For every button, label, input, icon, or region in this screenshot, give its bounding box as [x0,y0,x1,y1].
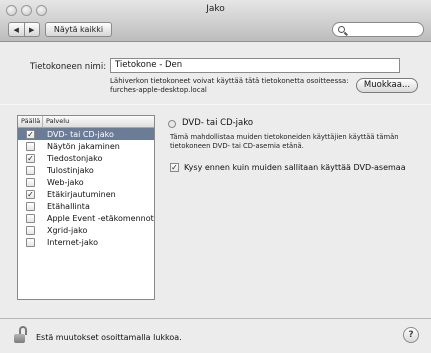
description-line: tietokoneen DVD- tai CD-asemia etänä. [170,141,304,150]
search-icon [338,26,345,33]
service-row-dvd-cd[interactable]: ✓ DVD- tai CD-jako [18,128,154,140]
edit-button[interactable]: Muokkaa... [356,78,418,93]
back-arrow-icon[interactable]: ◀ [9,23,25,36]
service-checkbox[interactable] [26,225,35,235]
forward-arrow-icon[interactable]: ▶ [25,23,40,36]
service-checkbox[interactable]: ✓ [26,189,35,199]
service-label: Tiedostonjako [47,153,103,163]
footer-divider [0,318,431,319]
lock-label: Estä muutokset osoittamalla lukkoa. [36,333,182,342]
service-label: DVD- tai CD-jako [47,129,114,139]
service-label: Etäkirjautuminen [47,189,116,199]
service-label: Näytön jakaminen [47,141,120,151]
service-row-remote-login[interactable]: ✓ Etäkirjautuminen [18,188,154,200]
service-list: Päällä Palvelu ✓ DVD- tai CD-jako Näytön… [17,115,155,300]
service-checkbox[interactable]: ✓ [26,129,35,139]
show-all-button[interactable]: Näytä kaikki [45,22,112,37]
service-checkbox[interactable] [26,201,35,211]
ask-before-access-label[interactable]: Kysy ennen kuin muiden sallitaan käyttää… [184,163,406,172]
service-checkbox[interactable] [26,165,35,175]
service-row-internet-sharing[interactable]: Internet-jako [18,236,154,248]
column-header-service[interactable]: Palvelu [43,116,69,127]
service-row-remote-management[interactable]: Etähallinta [18,200,154,212]
toolbar: Jako ◀ ▶ Näytä kaikki [0,0,431,42]
service-checkbox[interactable] [26,141,35,151]
service-label: Internet-jako [47,237,99,247]
service-checkbox[interactable] [26,237,35,247]
computer-name-label: Tietokoneen nimi: [30,62,107,72]
service-label: Tulostinjako [47,165,94,175]
lock-body [14,334,25,343]
search-input[interactable] [332,22,424,37]
local-address: furches-apple-desktop.local [110,86,207,94]
section-divider [0,104,431,105]
service-label: Apple Event -etäkomennot [47,213,154,223]
service-detail-description: Tämä mahdollistaa muiden tietokoneiden k… [170,133,418,150]
nav-segment: ◀ ▶ [8,22,40,37]
description-line: Tämä mahdollistaa muiden tietokoneiden k… [170,133,399,141]
service-list-header: Päällä Palvelu [18,116,154,128]
service-label: Web-jako [47,177,84,187]
service-row-web-sharing[interactable]: Web-jako [18,176,154,188]
column-header-on[interactable]: Päällä [18,116,43,127]
computer-name-help: Lähiverkon tietokoneet voivat käyttää tä… [110,77,350,95]
service-row-screen-sharing[interactable]: Näytön jakaminen [18,140,154,152]
preferences-window: Jako ◀ ▶ Näytä kaikki Tietokoneen nimi: … [0,0,431,353]
service-row-xgrid-sharing[interactable]: Xgrid-jako [18,224,154,236]
ask-before-access-checkbox[interactable]: ✓ [170,163,179,172]
service-row-file-sharing[interactable]: ✓ Tiedostonjako [18,152,154,164]
service-checkbox[interactable] [26,177,35,187]
lock-icon[interactable] [14,326,28,344]
window-title: Jako [206,4,225,14]
service-row-remote-apple-events[interactable]: Apple Event -etäkomennot [18,212,154,224]
help-button[interactable]: ? [403,327,419,343]
computer-name-help-line: Lähiverkon tietokoneet voivat käyttää tä… [110,77,349,85]
service-checkbox[interactable] [26,213,35,223]
service-status-indicator [168,120,176,128]
service-label: Etähallinta [47,201,90,211]
service-detail-title: DVD- tai CD-jako [182,118,254,128]
service-label: Xgrid-jako [47,225,88,235]
computer-name-field[interactable]: Tietokone - Den [110,58,400,73]
service-checkbox[interactable]: ✓ [26,153,35,163]
service-row-printer-sharing[interactable]: Tulostinjako [18,164,154,176]
